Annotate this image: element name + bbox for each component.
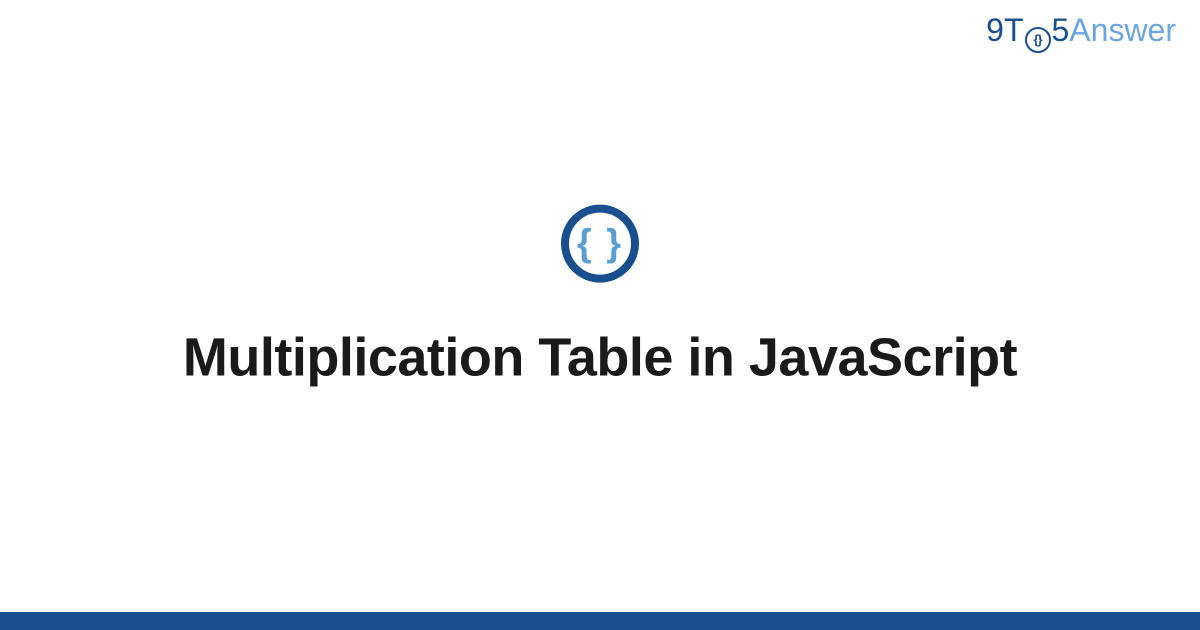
code-braces-icon: { } (561, 205, 639, 283)
brand-part-answer: Answer (1069, 12, 1176, 49)
brand-part-5: 5 (1052, 12, 1070, 49)
footer-bar (0, 612, 1200, 630)
page-title: Multiplication Table in JavaScript (183, 327, 1017, 389)
braces-glyph: { } (577, 222, 623, 265)
brand-part-9t: 9T (986, 12, 1023, 49)
brand-logo: 9T {} 5 Answer (986, 12, 1176, 50)
brand-o-inner-braces: {} (1033, 32, 1041, 47)
main-content: { } Multiplication Table in JavaScript (0, 205, 1200, 389)
brand-o-circle-icon: {} (1025, 27, 1051, 53)
